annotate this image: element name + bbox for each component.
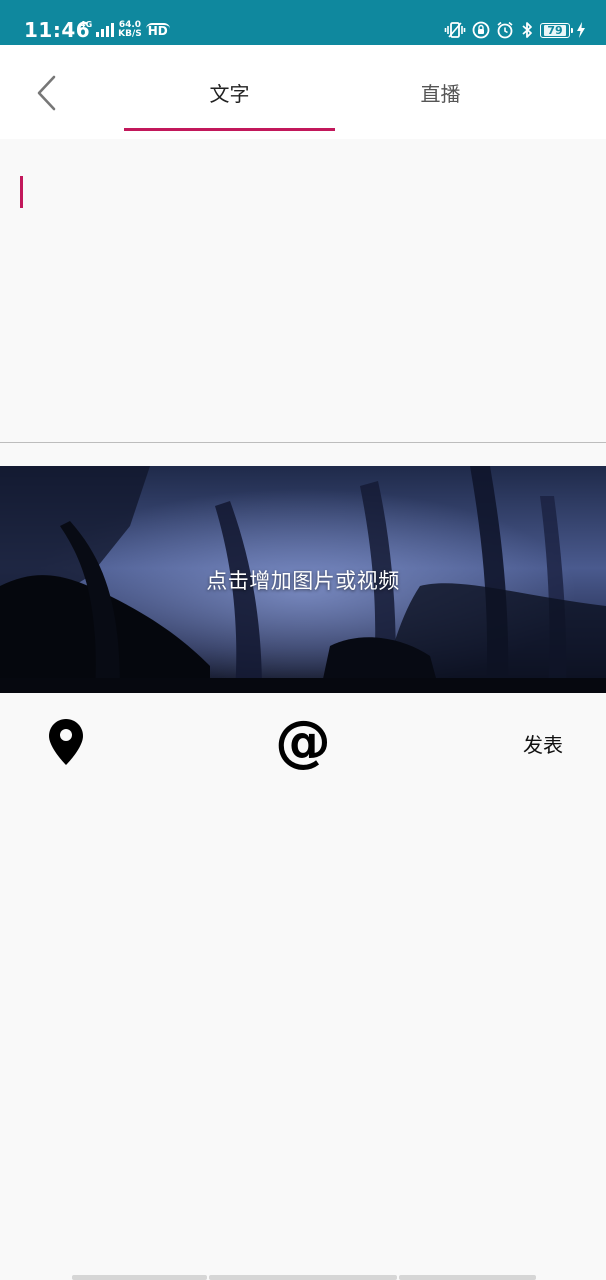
tab-selected-indicator <box>124 128 335 131</box>
rotation-lock-icon <box>472 21 490 39</box>
alarm-icon <box>497 21 513 39</box>
back-button[interactable] <box>30 73 64 113</box>
mention-button[interactable]: @ <box>272 712 334 772</box>
bluetooth-icon <box>522 22 532 38</box>
hd-badge: HD <box>145 23 170 38</box>
tab-text[interactable]: 文字 <box>124 45 335 139</box>
add-media-button[interactable]: 点击增加图片或视频 <box>0 466 606 693</box>
network-speed-unit: KB/S <box>118 29 142 39</box>
nav-hint-segment <box>399 1275 536 1280</box>
nav-hint-segment <box>72 1275 207 1280</box>
status-right-icons: 79 <box>444 18 586 42</box>
status-bar: 11:46 4G 64.0 KB/S HD 79 <box>0 0 606 45</box>
charging-icon <box>577 22 585 38</box>
text-caret <box>20 176 23 208</box>
location-button[interactable] <box>44 716 88 768</box>
add-media-label: 点击增加图片或视频 <box>206 568 400 593</box>
network-speed: 64.0 KB/S <box>118 21 142 39</box>
nav-hint-segment <box>209 1275 397 1280</box>
tab-live[interactable]: 直播 <box>335 45 546 139</box>
network-type: 4G <box>80 20 93 29</box>
chevron-left-icon <box>37 75 56 111</box>
post-text-input[interactable] <box>0 139 606 443</box>
publish-button[interactable]: 发表 <box>508 722 578 764</box>
signal-icon <box>96 23 115 37</box>
battery-icon: 79 <box>540 22 573 38</box>
status-left-icons: 4G 64.0 KB/S HD <box>80 18 170 42</box>
mention-icon: @ <box>275 709 331 774</box>
bottom-nav-hint <box>0 1275 606 1280</box>
vibrate-icon <box>444 22 466 38</box>
top-app-bar: 文字 直播 <box>0 45 606 139</box>
location-pin-icon <box>49 719 83 765</box>
battery-level: 79 <box>544 24 566 36</box>
